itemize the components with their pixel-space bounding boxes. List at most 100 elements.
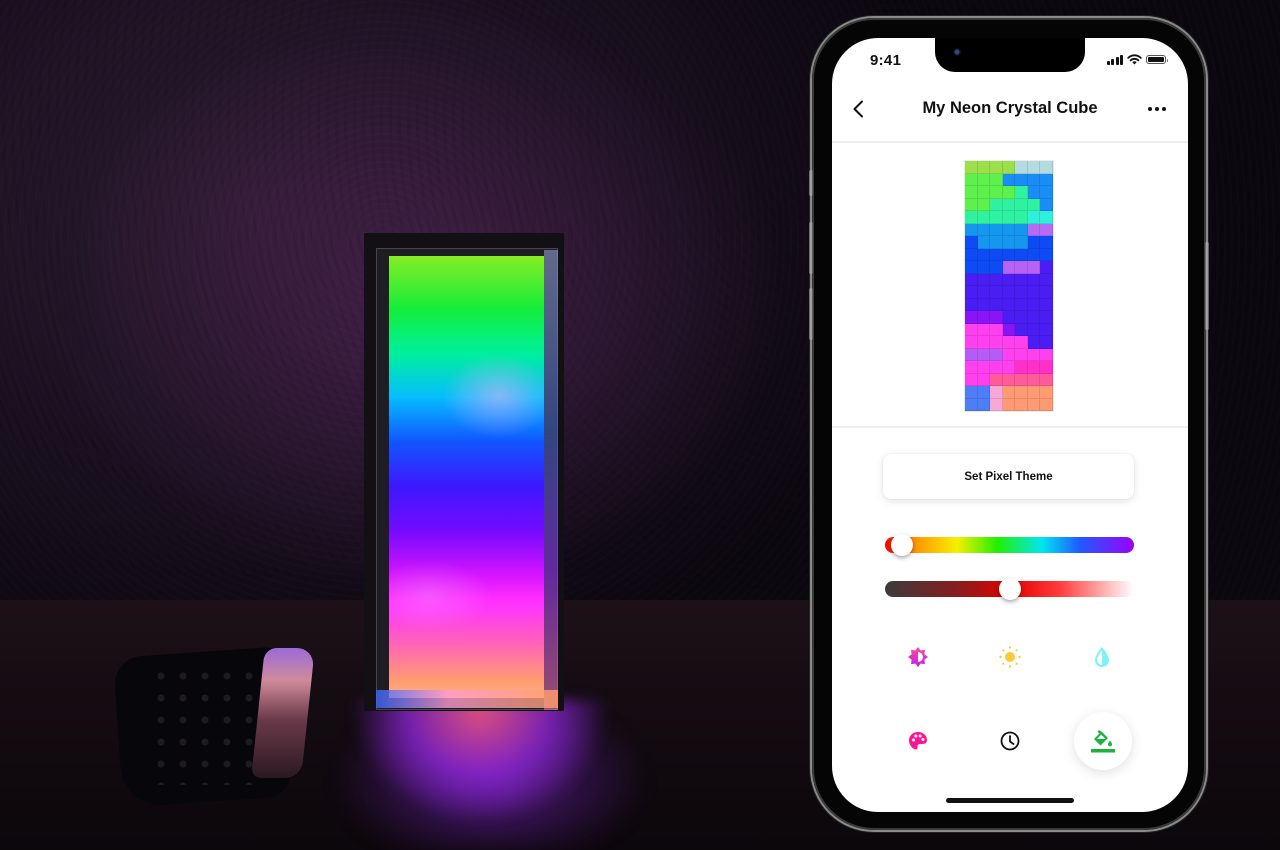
pixel-cell[interactable]	[1040, 236, 1053, 249]
saturation-button[interactable]	[1084, 639, 1120, 675]
pixel-cell[interactable]	[977, 161, 991, 174]
pixel-cell[interactable]	[977, 273, 991, 286]
pixel-cell[interactable]	[965, 273, 978, 286]
pixel-cell[interactable]	[965, 373, 978, 386]
pixel-cell[interactable]	[965, 398, 978, 411]
pixel-cell[interactable]	[965, 236, 978, 249]
pixel-cell[interactable]	[1027, 248, 1041, 261]
pixel-cell[interactable]	[1002, 298, 1016, 311]
pixel-cell[interactable]	[977, 198, 991, 211]
set-pixel-theme-button[interactable]: Set Pixel Theme	[883, 454, 1134, 499]
pixel-cell[interactable]	[977, 298, 991, 311]
contrast-button[interactable]	[900, 639, 936, 675]
pixel-cell[interactable]	[990, 248, 1003, 261]
pixel-cell[interactable]	[977, 286, 991, 299]
pixel-cell[interactable]	[1040, 373, 1053, 386]
pixel-cell[interactable]	[965, 248, 978, 261]
pixel-cell[interactable]	[990, 286, 1003, 299]
pixel-cell[interactable]	[1040, 248, 1053, 261]
pixel-cell[interactable]	[990, 261, 1003, 274]
pixel-cell[interactable]	[1040, 323, 1053, 336]
pixel-cell[interactable]	[977, 173, 991, 186]
pixel-cell[interactable]	[1015, 248, 1028, 261]
pixel-cell[interactable]	[1015, 336, 1028, 349]
pixel-cell[interactable]	[990, 186, 1003, 199]
pixel-cell[interactable]	[977, 236, 991, 249]
pixel-cell[interactable]	[1027, 261, 1041, 274]
hue-slider[interactable]	[885, 534, 1134, 556]
brightness-slider[interactable]	[885, 578, 1134, 600]
pixel-cell[interactable]	[1040, 223, 1053, 236]
pixel-cell[interactable]	[965, 386, 978, 399]
pixel-cell[interactable]	[1002, 386, 1016, 399]
pixel-cell[interactable]	[990, 336, 1003, 349]
pixel-cell[interactable]	[1015, 298, 1028, 311]
pixel-cell[interactable]	[1027, 298, 1041, 311]
pixel-cell[interactable]	[1015, 398, 1028, 411]
pixel-cell[interactable]	[965, 198, 978, 211]
pixel-cell[interactable]	[965, 161, 978, 174]
pixel-cell[interactable]	[1002, 311, 1016, 324]
pixel-cell[interactable]	[965, 311, 978, 324]
pixel-cell[interactable]	[1027, 336, 1041, 349]
pixel-cell[interactable]	[1040, 298, 1053, 311]
pixel-cell[interactable]	[990, 361, 1003, 374]
pixel-cell[interactable]	[1002, 261, 1016, 274]
pixel-cell[interactable]	[990, 298, 1003, 311]
pixel-cell[interactable]	[990, 323, 1003, 336]
pixel-cell[interactable]	[1015, 323, 1028, 336]
pixel-cell[interactable]	[990, 311, 1003, 324]
pixel-cell[interactable]	[1027, 211, 1041, 224]
pixel-cell[interactable]	[1002, 373, 1016, 386]
pixel-cell[interactable]	[1002, 223, 1016, 236]
pixel-cell[interactable]	[965, 261, 978, 274]
pixel-cell[interactable]	[1015, 161, 1028, 174]
pixel-cell[interactable]	[1002, 323, 1016, 336]
pixel-cell[interactable]	[1002, 398, 1016, 411]
pixel-cell[interactable]	[1015, 186, 1028, 199]
pixel-cell[interactable]	[1040, 361, 1053, 374]
pixel-cell[interactable]	[990, 236, 1003, 249]
pixel-cell[interactable]	[965, 186, 978, 199]
pixel-cell[interactable]	[1015, 373, 1028, 386]
pixel-cell[interactable]	[1002, 348, 1016, 361]
pixel-cell[interactable]	[1040, 286, 1053, 299]
pixel-cell[interactable]	[1040, 186, 1053, 199]
pixel-cell[interactable]	[965, 286, 978, 299]
pixel-cell[interactable]	[990, 173, 1003, 186]
pixel-cell[interactable]	[990, 161, 1003, 174]
pixel-cell[interactable]	[1027, 173, 1041, 186]
pixel-cell[interactable]	[1027, 198, 1041, 211]
pixel-cell[interactable]	[1040, 161, 1053, 174]
pixel-cell[interactable]	[990, 398, 1003, 411]
pixel-cell[interactable]	[977, 261, 991, 274]
pixel-cell[interactable]	[965, 348, 978, 361]
pixel-cell[interactable]	[1027, 161, 1041, 174]
brightness-button[interactable]	[992, 639, 1028, 675]
pixel-cell[interactable]	[1015, 361, 1028, 374]
pixel-cell[interactable]	[977, 373, 991, 386]
pixel-cell[interactable]	[1002, 236, 1016, 249]
pixel-cell[interactable]	[1002, 248, 1016, 261]
palette-button[interactable]	[900, 723, 936, 759]
pixel-cell[interactable]	[1027, 236, 1041, 249]
pixel-cell[interactable]	[1040, 261, 1053, 274]
pixel-cell[interactable]	[1015, 273, 1028, 286]
pixel-cell[interactable]	[1040, 211, 1053, 224]
pixel-cell[interactable]	[1002, 211, 1016, 224]
pixel-cell[interactable]	[990, 273, 1003, 286]
pixel-cell[interactable]	[1027, 311, 1041, 324]
pixel-cell[interactable]	[1027, 348, 1041, 361]
pixel-cell[interactable]	[1002, 361, 1016, 374]
more-options-button[interactable]	[1142, 96, 1172, 122]
pixel-cell[interactable]	[977, 348, 991, 361]
pixel-cell[interactable]	[1015, 311, 1028, 324]
pixel-cell[interactable]	[990, 373, 1003, 386]
pixel-cell[interactable]	[977, 336, 991, 349]
pixel-cell[interactable]	[1015, 286, 1028, 299]
pixel-cell[interactable]	[1015, 236, 1028, 249]
pixel-cell[interactable]	[1015, 198, 1028, 211]
pixel-cell[interactable]	[1027, 398, 1041, 411]
pixel-cell[interactable]	[965, 298, 978, 311]
brightness-slider-thumb[interactable]	[998, 578, 1021, 600]
